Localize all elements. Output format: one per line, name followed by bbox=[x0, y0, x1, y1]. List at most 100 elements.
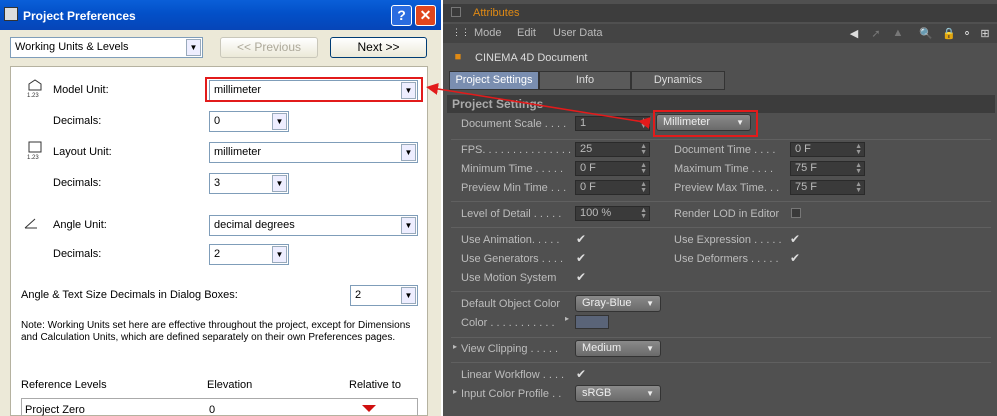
table-row[interactable]: Project Zero 0 bbox=[21, 398, 418, 416]
view-clipping-value: Medium bbox=[582, 342, 622, 354]
input-color-profile-dropdown[interactable]: sRGB ▼ bbox=[575, 385, 661, 402]
grip-icon: ⋮⋮ bbox=[452, 27, 470, 37]
model-unit-label: Model Unit: bbox=[53, 84, 109, 96]
angle-decimals-select[interactable]: 2 ▼ bbox=[209, 244, 289, 265]
attributes-panel: Attributes ⋮⋮ Mode Edit User Data ◀ ➚ ▲ … bbox=[443, 0, 997, 416]
preview-min-label: Preview Min Time . . . bbox=[461, 182, 567, 194]
min-time-label: Minimum Time . . . . . bbox=[461, 163, 564, 175]
help-icon: ? bbox=[397, 7, 406, 23]
tab-dynamics[interactable]: Dynamics bbox=[631, 71, 725, 90]
expand-arrow-icon[interactable]: ▸ bbox=[453, 342, 457, 351]
menu-user-data[interactable]: User Data bbox=[553, 27, 603, 39]
dialog-title: Project Preferences bbox=[23, 9, 136, 23]
close-icon: ✕ bbox=[419, 7, 432, 23]
category-select[interactable]: Working Units & Levels ▼ bbox=[10, 37, 203, 58]
menu-mode[interactable]: Mode bbox=[474, 27, 502, 39]
layout-icon-text: 1.23 bbox=[27, 155, 39, 161]
render-lod-checkbox[interactable] bbox=[791, 208, 801, 218]
model-unit-icon: 1.23 bbox=[27, 79, 43, 99]
expand-arrow-icon[interactable]: ▸ bbox=[453, 387, 457, 396]
lod-value: 100 % bbox=[580, 207, 612, 219]
min-time-field[interactable]: 0 F ▲ ▼ bbox=[575, 161, 650, 176]
menu-edit[interactable]: Edit bbox=[517, 27, 536, 39]
next-button[interactable]: Next >> bbox=[330, 37, 427, 58]
elevation-header: Elevation bbox=[207, 379, 253, 391]
chevron-down-icon: ▼ bbox=[401, 287, 416, 304]
project-preferences-dialog: Project Preferences ? ✕ Working Units & … bbox=[0, 0, 441, 416]
fps-field[interactable]: 25 ▲ ▼ bbox=[575, 142, 650, 157]
angle-text-decimals-select[interactable]: 2 ▼ bbox=[350, 285, 418, 306]
angle-decimals-value: 2 bbox=[214, 248, 221, 260]
linear-workflow-checkbox[interactable]: ✔ bbox=[576, 367, 586, 381]
doc-scale-value: 1 bbox=[580, 117, 587, 129]
spinner-icon: ▲ ▼ bbox=[640, 181, 647, 194]
document-name: CINEMA 4D Document bbox=[475, 52, 588, 64]
spinner-icon: ▲ ▼ bbox=[855, 143, 862, 156]
divider bbox=[451, 362, 991, 363]
angle-text-decimals-value: 2 bbox=[355, 289, 362, 301]
max-time-label: Maximum Time . . . . bbox=[674, 163, 774, 175]
model-decimals-value: 0 bbox=[214, 115, 221, 127]
layout-unit-value: millimeter bbox=[214, 146, 262, 158]
doc-time-field[interactable]: 0 F ▲ ▼ bbox=[790, 142, 865, 157]
close-button[interactable]: ✕ bbox=[415, 5, 436, 26]
fps-value: 25 bbox=[580, 143, 593, 155]
use-animation-label: Use Animation. . . . . bbox=[461, 234, 560, 246]
min-time-value: 0 F bbox=[580, 162, 596, 174]
render-lod-label: Render LOD in Editor bbox=[674, 208, 780, 220]
chevron-down-icon: ▼ bbox=[401, 217, 416, 234]
use-generators-checkbox[interactable]: ✔ bbox=[576, 251, 586, 265]
default-color-label: Default Object Color bbox=[461, 298, 561, 310]
spinner-icon: ▲ ▼ bbox=[640, 207, 647, 220]
dropdown-arrow-icon: ▼ bbox=[646, 389, 654, 398]
doc-time-value: 0 F bbox=[795, 143, 811, 155]
chevron-down-icon: ▼ bbox=[401, 144, 416, 161]
lod-field[interactable]: 100 % ▲ ▼ bbox=[575, 206, 650, 221]
spinner-icon: ▲ ▼ bbox=[640, 117, 647, 130]
color-swatch[interactable] bbox=[575, 315, 609, 329]
doc-time-label: Document Time . . . . bbox=[674, 144, 776, 156]
row-elevation: 0 bbox=[209, 404, 216, 416]
document-icon: ■ bbox=[454, 51, 462, 63]
spinner-icon: ▲ ▼ bbox=[640, 162, 647, 175]
default-color-dropdown[interactable]: Gray-Blue ▼ bbox=[575, 295, 661, 312]
angle-unit-icon bbox=[23, 217, 47, 235]
dialog-titlebar[interactable]: Project Preferences ? ✕ bbox=[0, 0, 441, 30]
use-animation-checkbox[interactable]: ✔ bbox=[576, 232, 586, 246]
units-panel: 1.23 Model Unit: millimeter ▼ Decimals: 0… bbox=[10, 66, 428, 416]
use-motion-checkbox[interactable]: ✔ bbox=[576, 270, 586, 284]
angle-unit-select[interactable]: decimal degrees ▼ bbox=[209, 215, 418, 236]
preview-min-field[interactable]: 0 F ▲ ▼ bbox=[575, 180, 650, 195]
layout-unit-select[interactable]: millimeter ▼ bbox=[209, 142, 418, 163]
expand-arrow-icon[interactable]: ▸ bbox=[565, 314, 569, 323]
layout-decimals-select[interactable]: 3 ▼ bbox=[209, 173, 289, 194]
forward-arrow-icon[interactable]: ➚ bbox=[870, 27, 882, 40]
new-panel-icon[interactable]: ⊞ bbox=[979, 27, 991, 40]
use-deformers-checkbox[interactable]: ✔ bbox=[790, 251, 800, 265]
preview-max-field[interactable]: 75 F ▲ ▼ bbox=[790, 180, 865, 195]
model-decimals-select[interactable]: 0 ▼ bbox=[209, 111, 289, 132]
attributes-title: Attributes bbox=[473, 7, 520, 19]
up-arrow-icon[interactable]: ▲ bbox=[892, 27, 904, 39]
previous-button[interactable]: << Previous bbox=[220, 37, 318, 58]
color-label: Color . . . . . . . . . . . bbox=[461, 317, 555, 329]
link-icon[interactable]: ⚬ bbox=[961, 27, 973, 40]
document-header: ■ CINEMA 4D Document bbox=[443, 46, 997, 70]
angle-decimals-label: Decimals: bbox=[53, 248, 102, 260]
attributes-titlebar: Attributes bbox=[443, 4, 997, 22]
dropdown-arrow-icon: ▼ bbox=[646, 299, 654, 308]
back-arrow-icon[interactable]: ◀ bbox=[848, 27, 860, 40]
help-button[interactable]: ? bbox=[391, 5, 412, 26]
use-expression-checkbox[interactable]: ✔ bbox=[790, 232, 800, 246]
doc-scale-field[interactable]: 1 ▲ ▼ bbox=[575, 116, 650, 131]
doc-scale-label: Document Scale . . . . bbox=[461, 118, 567, 130]
row-name: Project Zero bbox=[25, 404, 85, 416]
view-clipping-dropdown[interactable]: Medium ▼ bbox=[575, 340, 661, 357]
tab-info[interactable]: Info bbox=[539, 71, 631, 90]
panel-menu-icon[interactable] bbox=[451, 7, 461, 17]
use-expression-label: Use Expression . . . . . bbox=[674, 234, 782, 246]
max-time-field[interactable]: 75 F ▲ ▼ bbox=[790, 161, 865, 176]
search-icon[interactable]: 🔍 bbox=[919, 27, 933, 40]
lock-icon[interactable]: 🔒 bbox=[942, 27, 956, 40]
tab-project-settings[interactable]: Project Settings bbox=[449, 71, 539, 90]
